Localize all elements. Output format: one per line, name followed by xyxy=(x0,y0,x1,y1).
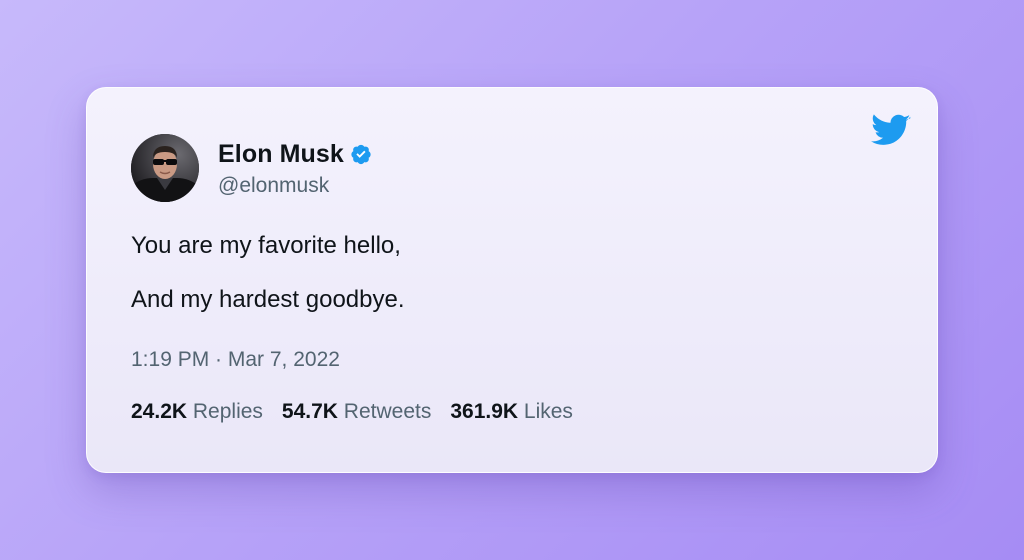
author-name[interactable]: Elon Musk xyxy=(218,140,344,169)
likes-label: Likes xyxy=(523,400,573,423)
verified-badge-icon xyxy=(350,143,372,165)
replies-count: 24.2K xyxy=(131,400,193,423)
replies-stat[interactable]: 24.2K Replies xyxy=(131,400,263,424)
avatar[interactable] xyxy=(131,134,199,202)
likes-count: 361.9K xyxy=(450,400,524,423)
likes-stat[interactable]: 361.9K Likes xyxy=(450,400,573,424)
retweets-label: Retweets xyxy=(343,400,432,423)
replies-label: Replies xyxy=(192,400,263,423)
tweet-stats: 24.2K Replies 54.7K Retweets 361.9K Like… xyxy=(131,400,592,424)
retweets-stat[interactable]: 54.7K Retweets xyxy=(282,400,431,424)
twitter-bird-icon[interactable] xyxy=(871,114,911,148)
retweets-count: 54.7K xyxy=(281,400,344,423)
tweet-timestamp[interactable]: 1:19 PM · Mar 7, 2022 xyxy=(131,348,340,372)
tweet-text-line: You are my favorite hello, xyxy=(131,232,401,259)
tweet-text-line: And my hardest goodbye. xyxy=(131,286,405,313)
tweet-card: Elon Musk @elonmusk You are my favorite … xyxy=(86,87,938,473)
author-row: Elon Musk xyxy=(218,138,372,170)
author-handle[interactable]: @elonmusk xyxy=(218,174,329,198)
